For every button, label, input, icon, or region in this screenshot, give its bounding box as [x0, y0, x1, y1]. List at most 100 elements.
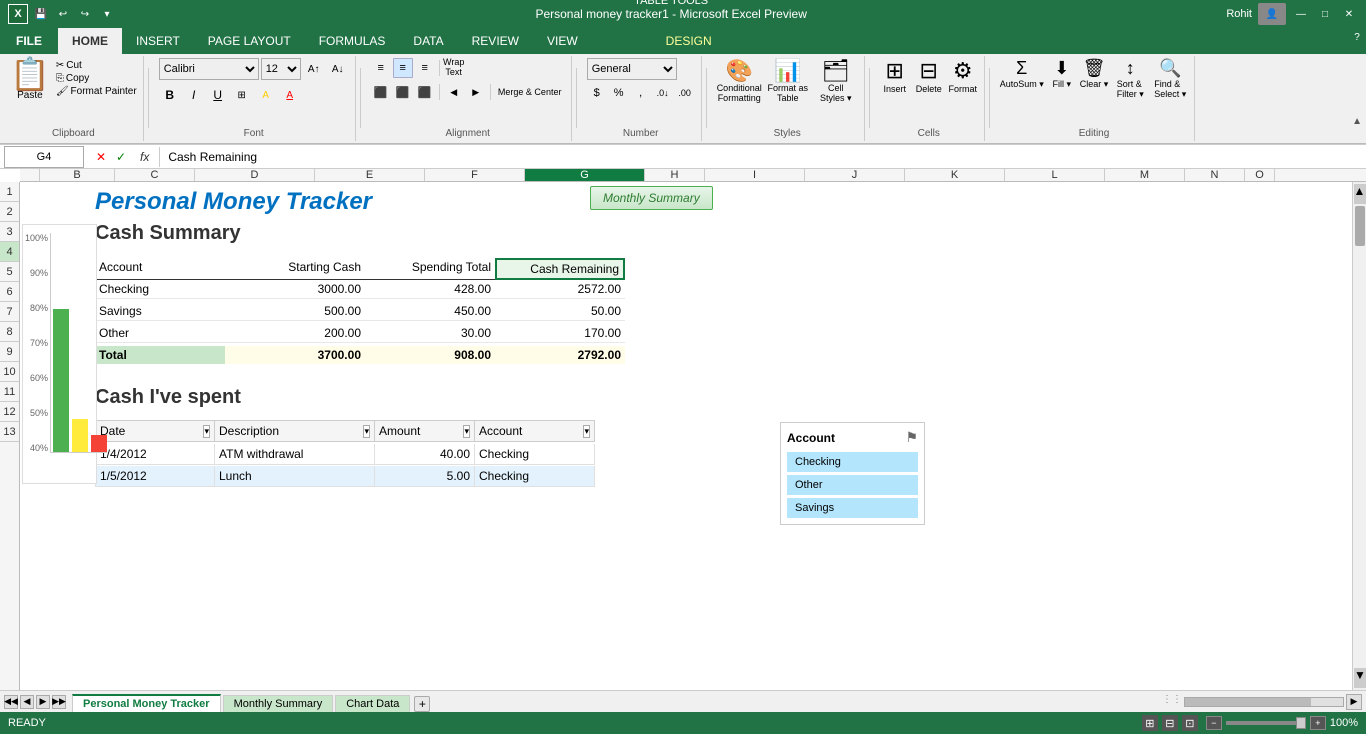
- cash-spent-title-cell[interactable]: Cash I've spent: [95, 386, 241, 409]
- formula-input[interactable]: [164, 150, 1366, 164]
- sheet-nav-prev[interactable]: ◀: [20, 695, 34, 709]
- header-starting-cash[interactable]: Starting Cash: [225, 258, 365, 280]
- account-filter-button[interactable]: ▾: [583, 425, 590, 438]
- spent-header-account[interactable]: Account ▾: [475, 420, 595, 442]
- cell-savings-account[interactable]: Savings: [95, 302, 225, 321]
- vertical-scrollbar[interactable]: ▲ ▼: [1352, 182, 1366, 690]
- header-spending-total[interactable]: Spending Total: [365, 258, 495, 280]
- maximize-button[interactable]: □: [1316, 5, 1334, 23]
- conditional-formatting-button[interactable]: 🎨 ConditionalFormatting: [717, 58, 762, 104]
- font-size-select[interactable]: 12: [261, 58, 301, 80]
- font-color-button[interactable]: A: [279, 84, 301, 106]
- currency-button[interactable]: $: [587, 83, 607, 103]
- cell-account-2[interactable]: Checking: [475, 466, 595, 487]
- col-header-A[interactable]: [20, 169, 40, 181]
- col-header-J[interactable]: J: [805, 169, 905, 181]
- comma-button[interactable]: ,: [631, 83, 651, 103]
- border-button[interactable]: ⊞: [231, 84, 253, 106]
- row-header-13[interactable]: 13: [0, 422, 19, 442]
- percent-button[interactable]: %: [609, 83, 629, 103]
- filter-chip-savings[interactable]: Savings: [787, 498, 918, 518]
- confirm-formula-button[interactable]: ✓: [112, 148, 130, 166]
- row-header-10[interactable]: 10: [0, 362, 19, 382]
- align-right-button[interactable]: ⬛: [415, 82, 435, 102]
- description-filter-button[interactable]: ▾: [363, 425, 370, 438]
- col-header-N[interactable]: N: [1185, 169, 1245, 181]
- decrease-indent-button[interactable]: ◀: [444, 82, 464, 102]
- font-name-select[interactable]: Calibri: [159, 58, 259, 80]
- col-header-O[interactable]: O: [1245, 169, 1275, 181]
- row-header-1[interactable]: 1: [0, 182, 19, 202]
- number-format-select[interactable]: General: [587, 58, 677, 80]
- col-header-H[interactable]: H: [645, 169, 705, 181]
- row-header-7[interactable]: 7: [0, 302, 19, 322]
- increase-font-button[interactable]: A↑: [303, 58, 325, 80]
- find-select-button[interactable]: 🔍 Find &Select ▾: [1152, 58, 1188, 100]
- sort-filter-button[interactable]: ↕ Sort &Filter ▾: [1112, 58, 1148, 100]
- bold-button[interactable]: B: [159, 84, 181, 106]
- cell-desc-2[interactable]: Lunch: [215, 466, 375, 487]
- paste-button[interactable]: 📋 Paste: [10, 58, 50, 101]
- col-header-L[interactable]: L: [1005, 169, 1105, 181]
- tab-review[interactable]: REVIEW: [458, 28, 533, 54]
- cell-total-starting[interactable]: 3700.00: [225, 346, 365, 364]
- sheet-nav-next[interactable]: ▶: [36, 695, 50, 709]
- clear-button[interactable]: 🗑 Clear ▾: [1080, 58, 1109, 90]
- date-filter-button[interactable]: ▾: [203, 425, 210, 438]
- decrease-font-button[interactable]: A↓: [327, 58, 349, 80]
- align-top-right-button[interactable]: ≡: [415, 58, 435, 78]
- sheet-nav-last[interactable]: ▶▶: [52, 695, 66, 709]
- horizontal-scroll-thumb[interactable]: [1185, 698, 1311, 706]
- cell-total-label[interactable]: Total: [95, 346, 225, 364]
- customize-icon[interactable]: ▾: [98, 5, 116, 23]
- cell-other-account[interactable]: Other: [95, 324, 225, 343]
- tab-pagelayout[interactable]: PAGE LAYOUT: [194, 28, 305, 54]
- cell-checking-starting[interactable]: 3000.00: [225, 280, 365, 299]
- horizontal-scroll-track[interactable]: [1184, 697, 1344, 707]
- align-top-center-button[interactable]: ≡: [393, 58, 413, 78]
- cell-checking-account[interactable]: Checking: [95, 280, 225, 299]
- col-header-E[interactable]: E: [315, 169, 425, 181]
- align-center-button[interactable]: ⬛: [393, 82, 413, 102]
- row-header-11[interactable]: 11: [0, 382, 19, 402]
- row-header-8[interactable]: 8: [0, 322, 19, 342]
- cancel-formula-button[interactable]: ✕: [92, 148, 110, 166]
- col-header-M[interactable]: M: [1105, 169, 1185, 181]
- filter-chip-checking[interactable]: Checking: [787, 452, 918, 472]
- redo-icon[interactable]: ↪: [76, 5, 94, 23]
- cell-other-remaining[interactable]: 170.00: [495, 324, 625, 343]
- spreadsheet-title-cell[interactable]: Personal Money Tracker: [95, 182, 372, 222]
- copy-button[interactable]: ⎘Copy: [56, 73, 137, 84]
- row-header-12[interactable]: 12: [0, 402, 19, 422]
- cell-total-remaining[interactable]: 2792.00: [495, 346, 625, 364]
- scroll-up-button[interactable]: ▲: [1354, 184, 1366, 204]
- ribbon-help-icon[interactable]: ?: [1348, 28, 1366, 46]
- cell-amount-1[interactable]: 40.00: [375, 444, 475, 465]
- cell-savings-remaining[interactable]: 50.00: [495, 302, 625, 321]
- fill-color-button[interactable]: A: [255, 84, 277, 106]
- tab-data[interactable]: DATA: [399, 28, 457, 54]
- cell-amount-2[interactable]: 5.00: [375, 466, 475, 487]
- tab-formulas[interactable]: FORMULAS: [305, 28, 400, 54]
- insert-button[interactable]: ⊞ Insert: [880, 58, 910, 94]
- sheet-nav-first[interactable]: ◀◀: [4, 695, 18, 709]
- row-header-2[interactable]: 2: [0, 202, 19, 222]
- cell-savings-spending[interactable]: 450.00: [365, 302, 495, 321]
- monthly-summary-button[interactable]: Monthly Summary: [590, 186, 713, 218]
- col-header-C[interactable]: C: [115, 169, 195, 181]
- increase-decimal-button[interactable]: .00: [675, 83, 695, 103]
- zoom-out-button[interactable]: −: [1206, 716, 1222, 730]
- close-button[interactable]: ✕: [1340, 5, 1358, 23]
- save-icon[interactable]: 💾: [32, 5, 50, 23]
- col-header-D[interactable]: D: [195, 169, 315, 181]
- row-header-9[interactable]: 9: [0, 342, 19, 362]
- zoom-in-button[interactable]: +: [1310, 716, 1326, 730]
- merge-center-button[interactable]: Merge & Center: [495, 87, 565, 97]
- tab-design[interactable]: DESIGN: [652, 28, 726, 54]
- spent-header-description[interactable]: Description ▾: [215, 420, 375, 442]
- undo-icon[interactable]: ↩: [54, 5, 72, 23]
- cell-total-spending[interactable]: 908.00: [365, 346, 495, 364]
- increase-indent-button[interactable]: ▶: [466, 82, 486, 102]
- row-header-3[interactable]: 3: [0, 222, 19, 242]
- cash-summary-title-cell[interactable]: Cash Summary: [95, 222, 241, 245]
